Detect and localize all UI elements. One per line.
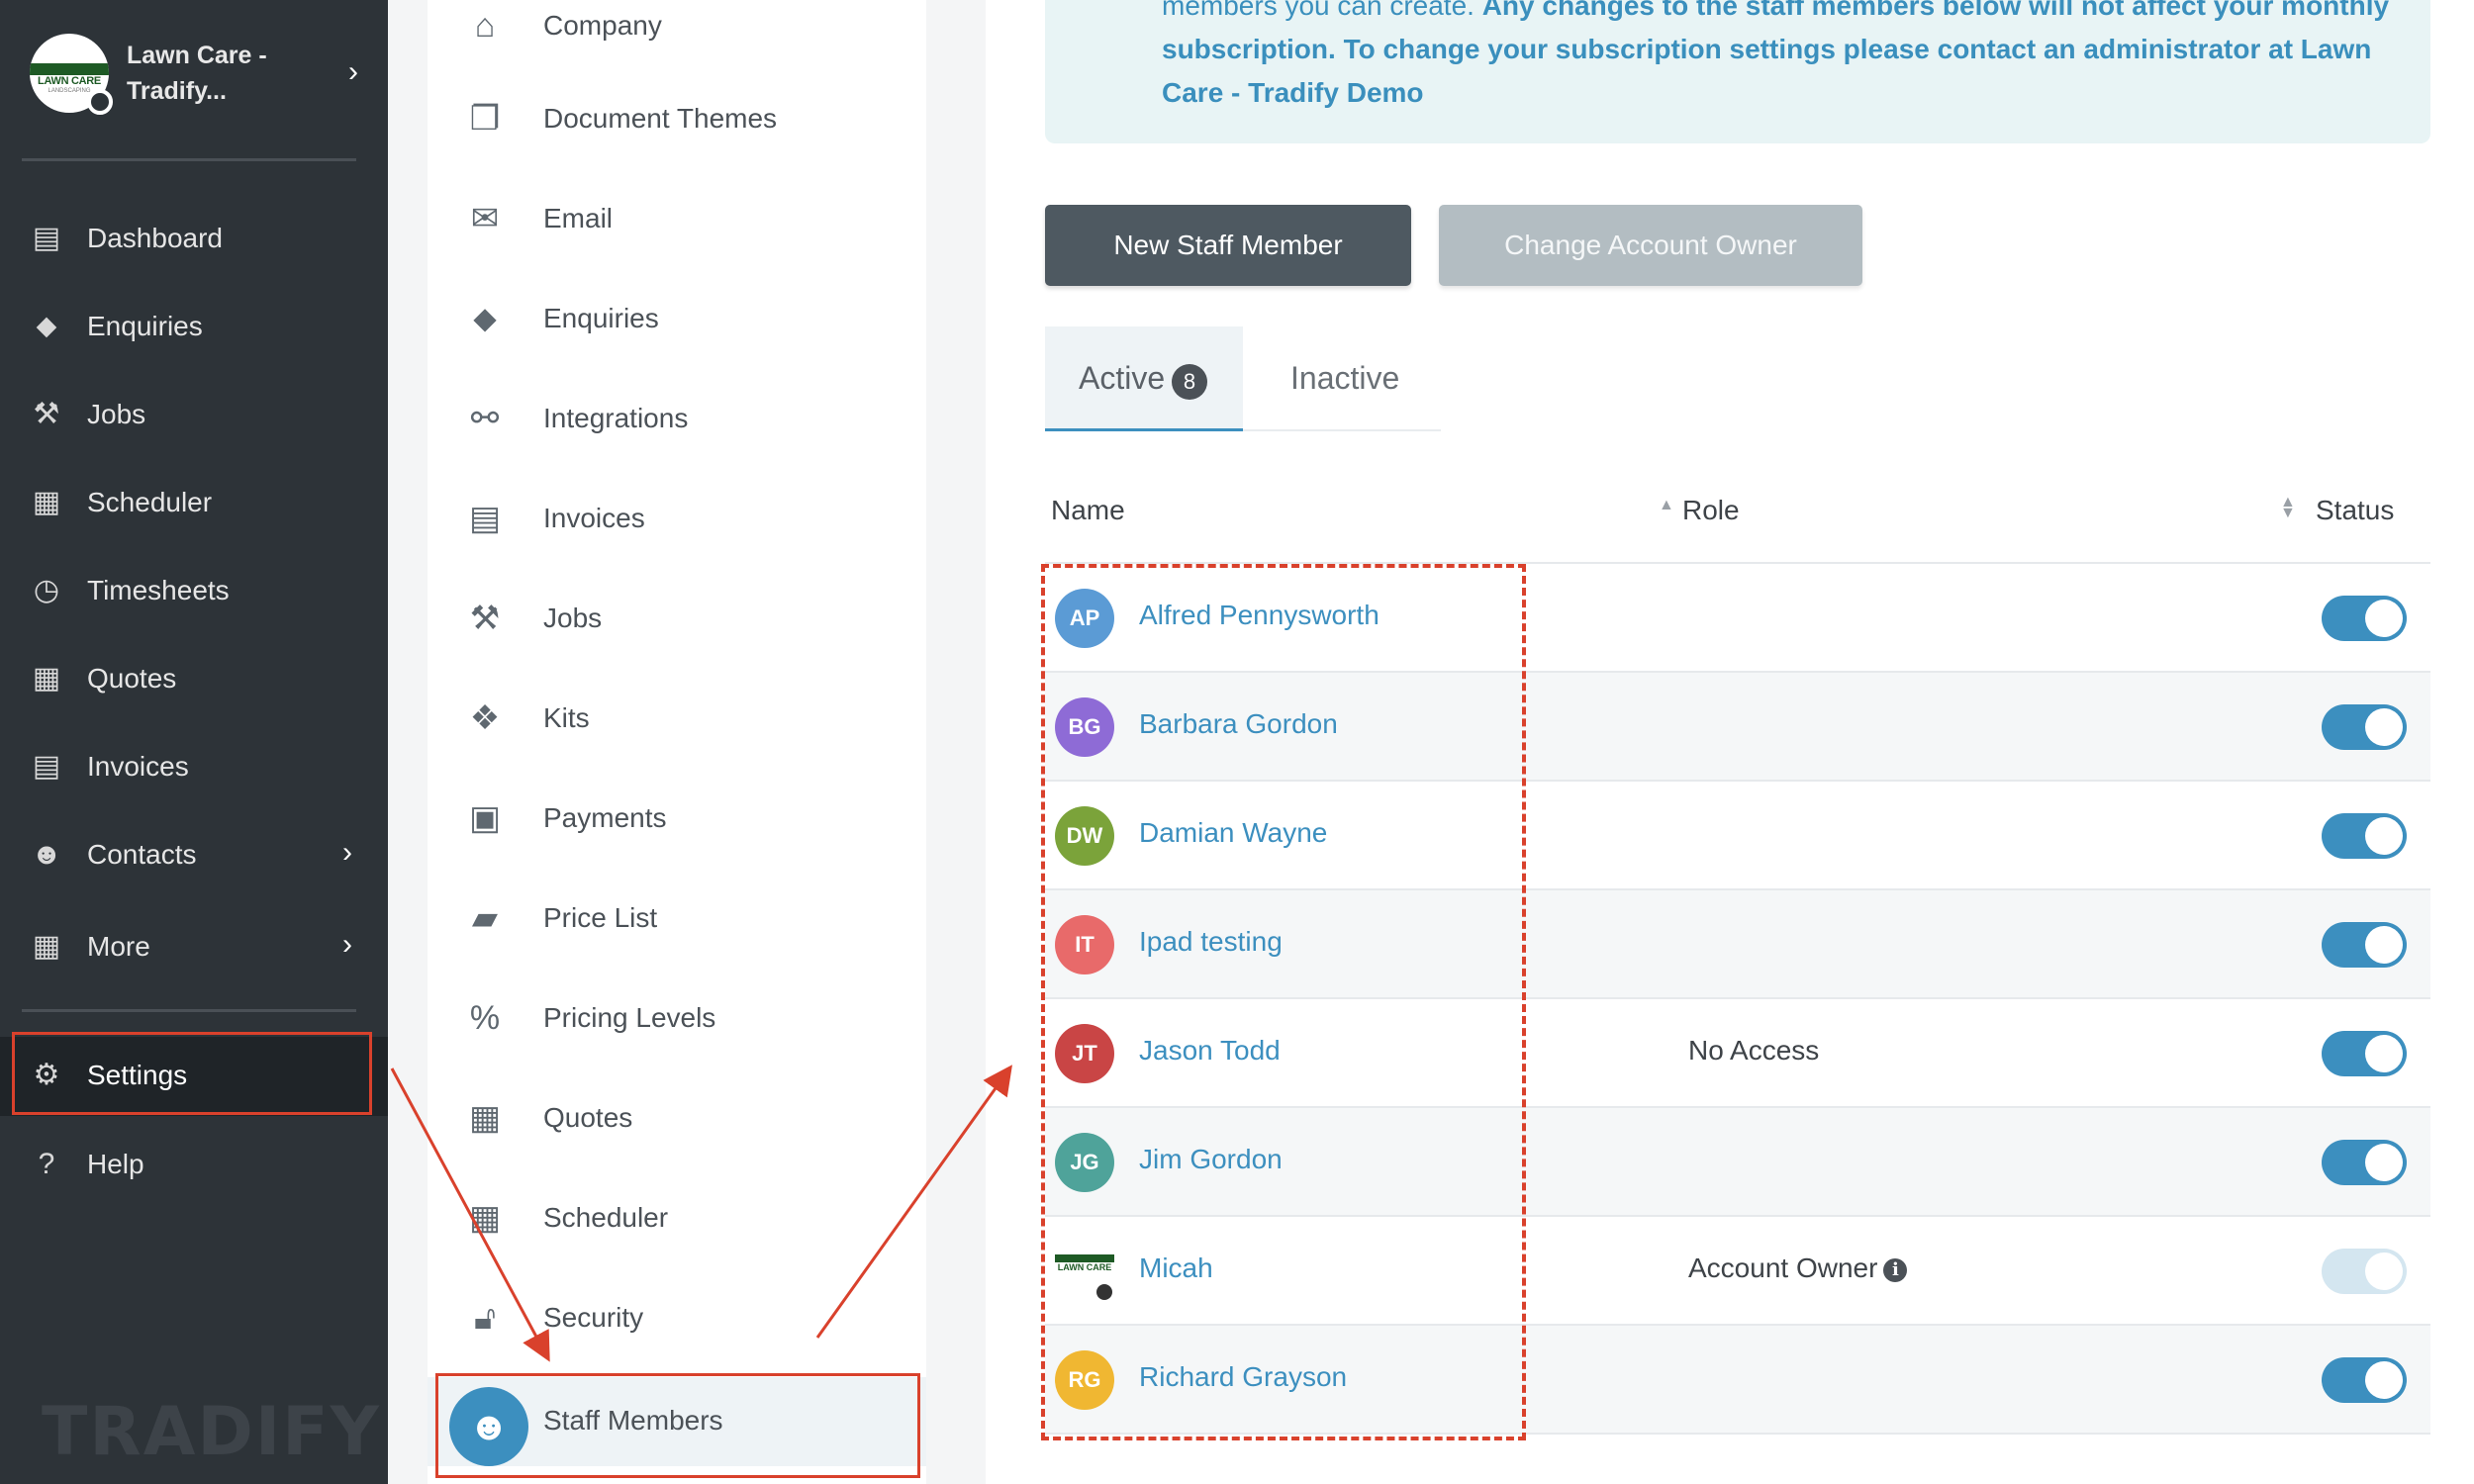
chevron-right-icon: › — [342, 836, 352, 869]
staff-status-tabs: Active 8 Inactive — [1045, 326, 1441, 431]
info-icon[interactable]: i — [1883, 1258, 1908, 1282]
money-icon: ▣ — [468, 799, 502, 837]
nav-timesheets[interactable]: ◷ Timesheets — [0, 552, 388, 631]
nav-quotes[interactable]: ▦ Quotes — [0, 640, 388, 719]
envelope-icon: ✉ — [470, 200, 500, 237]
status-toggle[interactable] — [2322, 813, 2407, 859]
sidebar-divider — [22, 158, 356, 161]
nav-help[interactable]: ? Help — [0, 1126, 388, 1205]
settings-quotes[interactable]: ▦ Quotes — [428, 1072, 926, 1161]
status-toggle[interactable] — [2322, 1031, 2407, 1076]
nav-dashboard[interactable]: ▤ Dashboard — [0, 200, 388, 279]
tag-icon: ⬥ — [36, 310, 57, 342]
settings-scheduler[interactable]: ▦ Scheduler — [428, 1172, 926, 1261]
settings-jobs[interactable]: ⚒ Jobs — [428, 573, 926, 662]
account-name: Lawn Care - Tradify... — [127, 42, 267, 105]
unlock-icon: 🔓︎ — [473, 1299, 497, 1337]
settings-email[interactable]: ✉ Email — [428, 173, 926, 262]
sort-asc-icon: ▲ — [1659, 497, 1674, 513]
settings-invoices[interactable]: ▤ Invoices — [428, 473, 926, 562]
users-icon: ☻ — [31, 838, 62, 871]
settings-kits[interactable]: ❖ Kits — [428, 673, 926, 762]
sidebar-divider — [22, 1009, 356, 1012]
nav-contacts[interactable]: ☻ Contacts › — [0, 816, 388, 895]
nav-invoices[interactable]: ▤ Invoices — [0, 728, 388, 807]
nav-jobs[interactable]: ⚒ Jobs — [0, 376, 388, 455]
home-icon: ⌂ — [474, 7, 496, 45]
tab-active[interactable]: Active 8 — [1045, 326, 1243, 431]
settings-menu: ⌂ Company ❐ Document Themes ✉ Email ⬥ En… — [428, 0, 926, 1484]
tab-inactive[interactable]: Inactive — [1290, 360, 1399, 397]
status-toggle[interactable] — [2322, 1140, 2407, 1185]
active-count-badge: 8 — [1172, 364, 1207, 400]
chevron-right-icon: › — [342, 928, 352, 961]
file-icon: ▤ — [468, 500, 502, 537]
staff-role: Account Owner i — [1688, 1252, 1908, 1284]
calendar-icon: ▦ — [468, 1199, 502, 1237]
column-header-name[interactable]: Name — [1051, 495, 1125, 526]
staff-table-header: Name ▲ Role ▲ ▼ Status — [1045, 485, 2430, 564]
nav-more[interactable]: ▦ More › — [0, 908, 388, 987]
clock-icon: ◷ — [33, 574, 60, 606]
hammer-icon: ⚒ — [33, 398, 60, 430]
change-account-owner-button[interactable]: Change Account Owner — [1439, 205, 1862, 286]
book-icon: ▰ — [471, 899, 499, 937]
calculator-icon: ▦ — [32, 662, 61, 695]
settings-pricing-levels[interactable]: % Pricing Levels — [428, 973, 926, 1062]
settings-document-themes[interactable]: ❐ Document Themes — [428, 73, 926, 162]
settings-enquiries[interactable]: ⬥ Enquiries — [428, 273, 926, 362]
dashboard-icon: ▤ — [32, 222, 61, 254]
nav-scheduler[interactable]: ▦ Scheduler — [0, 464, 388, 543]
annotation-highlight-staff-members — [435, 1373, 920, 1478]
annotation-highlight-staff-list — [1041, 564, 1526, 1440]
tags-icon: ⬥ — [473, 300, 497, 337]
hammer-icon: ⚒ — [469, 600, 501, 637]
link-icon: ⚯ — [470, 400, 500, 437]
banner-text-plain: members you can create. — [1162, 0, 1482, 21]
status-toggle[interactable] — [2322, 704, 2407, 750]
calculator-icon: ▦ — [468, 1099, 502, 1137]
settings-integrations[interactable]: ⚯ Integrations — [428, 373, 926, 462]
settings-price-list[interactable]: ▰ Price List — [428, 873, 926, 962]
status-toggle[interactable] — [2322, 596, 2407, 641]
main-sidebar: LAWN CARE LANDSCAPING Lawn Care - Tradif… — [0, 0, 388, 1484]
tradify-brand-logo: TRADIFY — [42, 1393, 381, 1471]
new-staff-member-button[interactable]: New Staff Member — [1045, 205, 1411, 286]
settings-company[interactable]: ⌂ Company — [428, 0, 926, 69]
account-switcher[interactable]: LAWN CARE LANDSCAPING Lawn Care - Tradif… — [30, 32, 366, 121]
chevron-right-icon: › — [348, 55, 358, 88]
status-toggle[interactable] — [2322, 922, 2407, 968]
status-toggle[interactable] — [2322, 1357, 2407, 1403]
grid-icon: ▦ — [32, 930, 61, 963]
annotation-highlight-settings — [12, 1032, 372, 1115]
invoice-icon: ▤ — [32, 750, 61, 783]
status-indicator — [87, 89, 113, 115]
cubes-icon: ❖ — [469, 699, 501, 737]
column-header-status[interactable]: Status — [2316, 495, 2394, 526]
sort-icon: ▲ ▼ — [2280, 494, 2296, 521]
staff-role: No Access — [1688, 1035, 1820, 1066]
copy-icon: ❐ — [469, 100, 501, 138]
settings-payments[interactable]: ▣ Payments — [428, 773, 926, 862]
status-toggle-disabled — [2322, 1249, 2407, 1294]
settings-security[interactable]: 🔓︎ Security — [428, 1272, 926, 1361]
calendar-icon: ▦ — [32, 486, 61, 518]
help-icon: ? — [38, 1148, 55, 1180]
subscription-info-banner: members you can create. Any changes to t… — [1045, 0, 2430, 143]
column-header-role[interactable]: Role — [1682, 495, 1740, 526]
percent-icon: % — [469, 999, 501, 1037]
nav-enquiries[interactable]: ⬥ Enquiries — [0, 288, 388, 367]
